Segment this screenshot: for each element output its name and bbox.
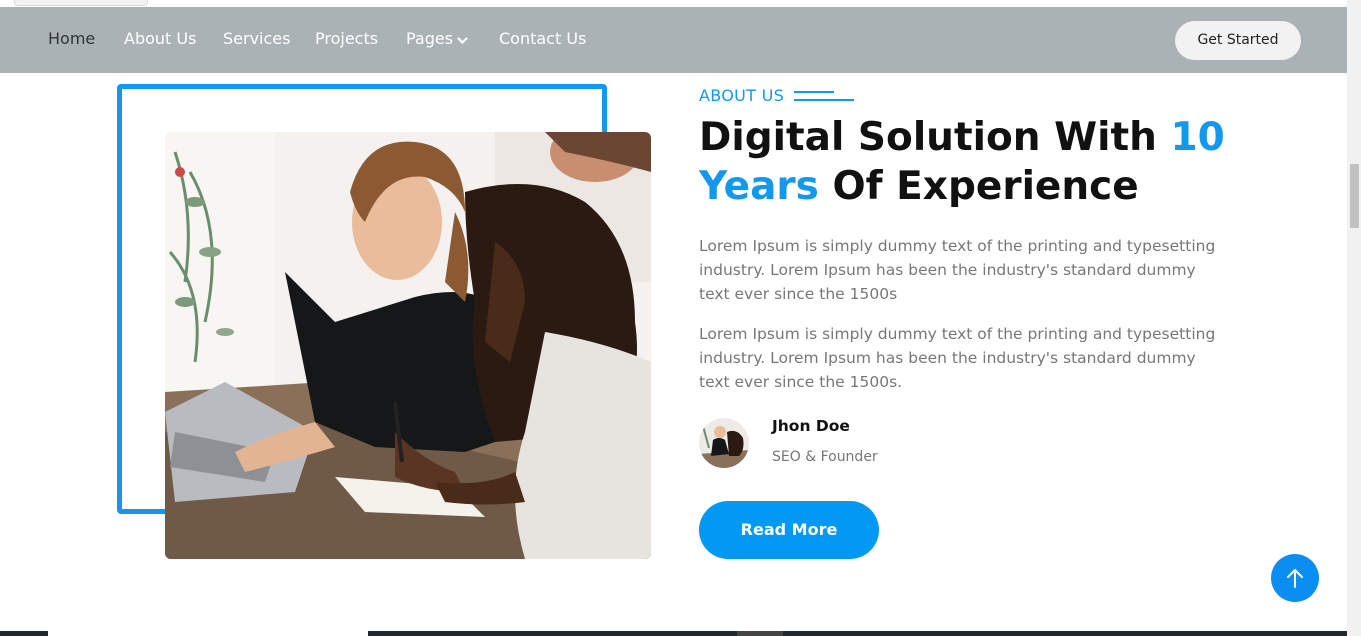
navbar: Home About Us Services Projects Pages Co…: [0, 7, 1347, 73]
arrow-up-icon: [1285, 567, 1305, 593]
next-section-edge: [0, 631, 1347, 636]
read-more-button[interactable]: Read More: [699, 501, 879, 559]
heading-highlight-1: 10: [1170, 115, 1225, 160]
author-role: SEO & Founder: [772, 449, 878, 465]
nav-contact-us[interactable]: Contact Us: [499, 29, 586, 48]
nav-services[interactable]: Services: [223, 29, 290, 48]
nav-about-us[interactable]: About Us: [124, 29, 196, 48]
next-section-edge-dark: [737, 631, 783, 636]
author-name: Jhon Doe: [772, 417, 850, 435]
scrollbar-thumb[interactable]: [1350, 164, 1359, 228]
avatar: [699, 418, 749, 468]
heading-highlight-2: Years: [699, 164, 819, 209]
heading-part-1: Digital Solution With: [699, 115, 1171, 160]
about-photo: [165, 132, 651, 559]
label-decor-line-2: [794, 99, 854, 101]
browser-top-strip: [0, 0, 1361, 7]
nav-pages-label: Pages: [406, 29, 454, 48]
back-to-top-button[interactable]: [1271, 554, 1319, 602]
about-paragraph-1: Lorem Ipsum is simply dummy text of the …: [699, 237, 1216, 303]
get-started-button[interactable]: Get Started: [1175, 21, 1301, 60]
scrollbar-track[interactable]: [1347, 0, 1361, 636]
nav-pages[interactable]: Pages: [406, 29, 468, 49]
about-paragraph-2: Lorem Ipsum is simply dummy text of the …: [699, 325, 1216, 391]
next-section-edge-light: [48, 631, 368, 636]
nav-home[interactable]: Home: [48, 29, 95, 48]
section-heading: Digital Solution With 10 Years Of Experie…: [699, 113, 1259, 211]
label-decor-line: [794, 91, 834, 93]
chevron-down-icon: [457, 30, 468, 49]
section-label: ABOUT US: [699, 86, 785, 105]
nav-projects[interactable]: Projects: [315, 29, 378, 48]
browser-tab[interactable]: [14, 0, 148, 6]
heading-part-2: Of Experience: [818, 164, 1139, 209]
